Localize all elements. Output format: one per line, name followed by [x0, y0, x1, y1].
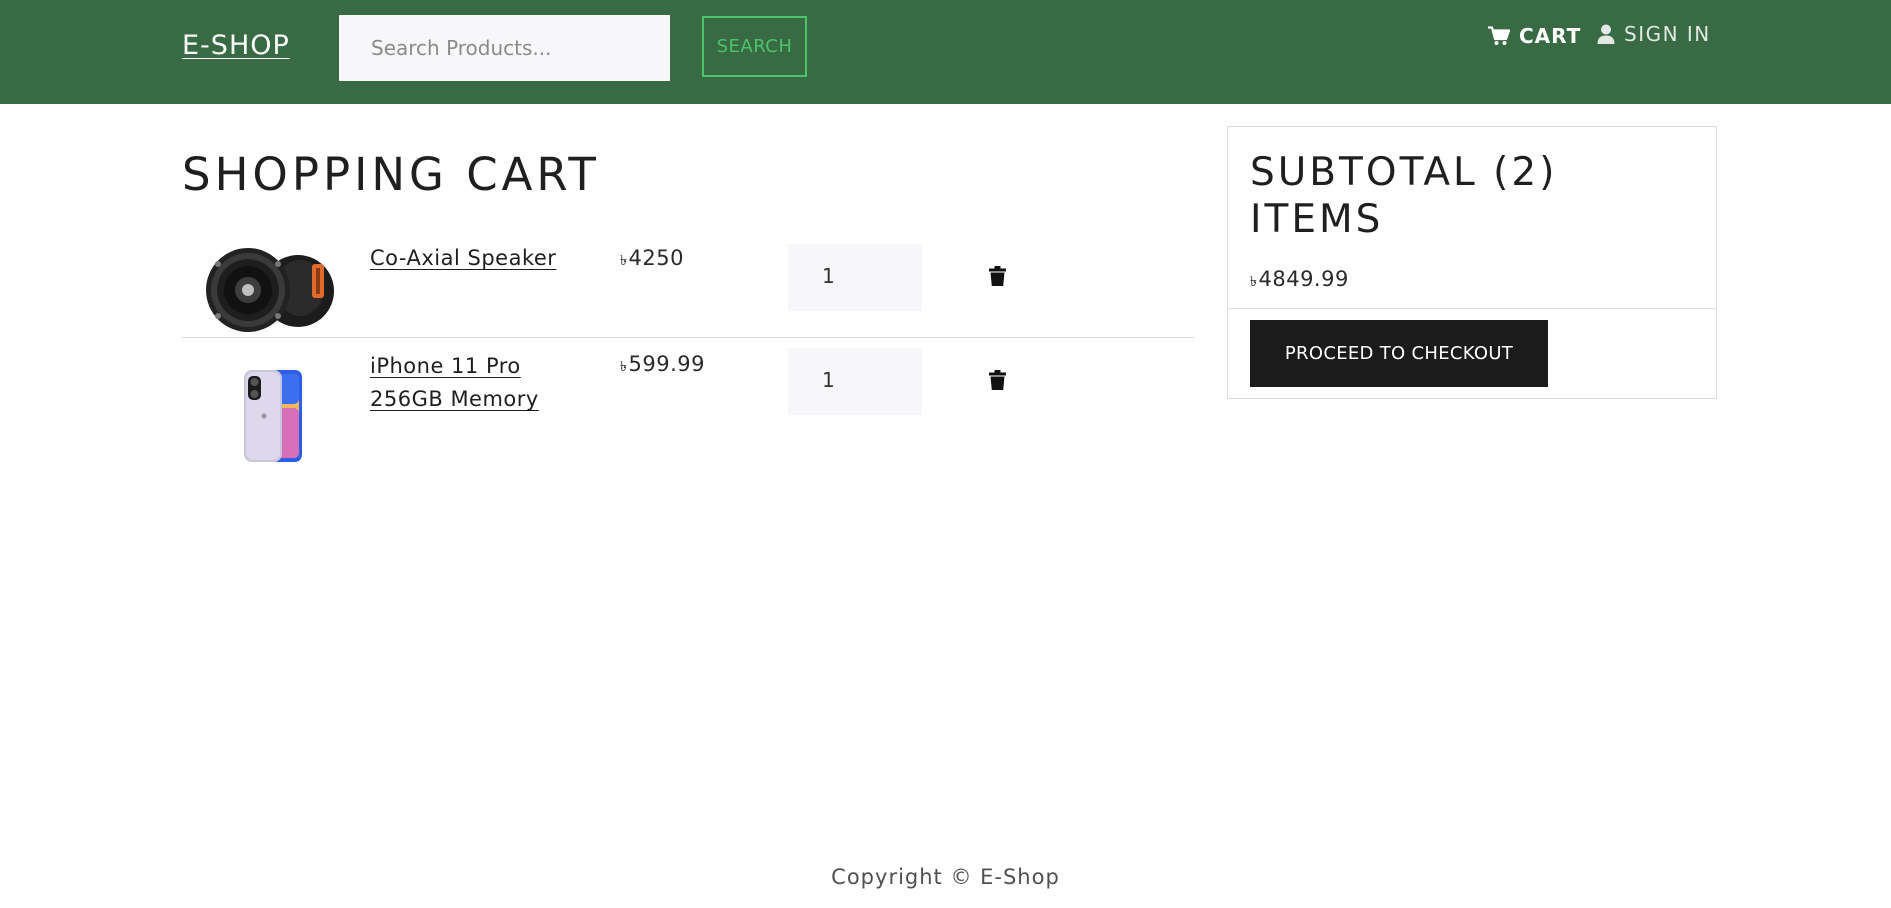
nav-signin-link[interactable]: SIGN IN — [1597, 22, 1711, 46]
cart-item-row: Co-Axial Speaker ৳4250 1 — [182, 228, 1194, 338]
trash-icon — [988, 266, 1006, 290]
proceed-to-checkout-button[interactable]: PROCEED TO CHECKOUT — [1250, 320, 1548, 387]
nav-cart-label: CART — [1519, 24, 1582, 48]
nav-signin-label: SIGN IN — [1624, 22, 1711, 46]
brand-logo-link[interactable]: E-SHOP — [182, 30, 290, 61]
cart-item-price: ৳4250 — [620, 246, 684, 273]
trash-icon — [988, 370, 1006, 394]
quantity-select[interactable]: 1 — [788, 348, 922, 415]
currency-symbol: ৳ — [1250, 274, 1258, 290]
search-button[interactable]: SEARCH — [702, 16, 807, 77]
search-input[interactable] — [339, 15, 670, 81]
user-icon — [1597, 24, 1615, 44]
order-summary-card: SUBTOTAL (2) ITEMS ৳4849.99 PROCEED TO C… — [1227, 126, 1717, 399]
cart-icon — [1488, 26, 1510, 46]
cart-item-price-value: 599.99 — [628, 352, 705, 376]
nav-cart-link[interactable]: CART — [1488, 24, 1581, 48]
speaker-image — [202, 238, 342, 338]
subtotal-heading: SUBTOTAL (2) ITEMS — [1250, 150, 1558, 242]
currency-symbol: ৳ — [620, 359, 628, 375]
quantity-select[interactable]: 1 — [788, 244, 922, 311]
delete-item-button[interactable] — [986, 370, 1008, 394]
currency-symbol: ৳ — [620, 253, 628, 269]
cart-item-price-value: 4250 — [628, 246, 684, 270]
subtotal-value: 4849.99 — [1258, 267, 1349, 291]
navbar: E-SHOP SEARCH CART SIGN IN — [0, 0, 1891, 104]
subtotal-amount: ৳4849.99 — [1250, 267, 1349, 294]
footer-copyright: Copyright © E-Shop — [831, 865, 1060, 889]
cart-item-name-link[interactable]: Co-Axial Speaker — [370, 242, 590, 275]
page-title: SHOPPING CART — [182, 148, 600, 201]
phone-image — [202, 366, 342, 466]
cart-item-row: iPhone 11 Pro 256GB Memory ৳599.99 1 — [182, 338, 1194, 478]
cart-item-price: ৳599.99 — [620, 352, 705, 379]
delete-item-button[interactable] — [986, 266, 1008, 290]
summary-divider — [1228, 308, 1716, 309]
cart-item-name-link[interactable]: iPhone 11 Pro 256GB Memory — [370, 350, 590, 416]
